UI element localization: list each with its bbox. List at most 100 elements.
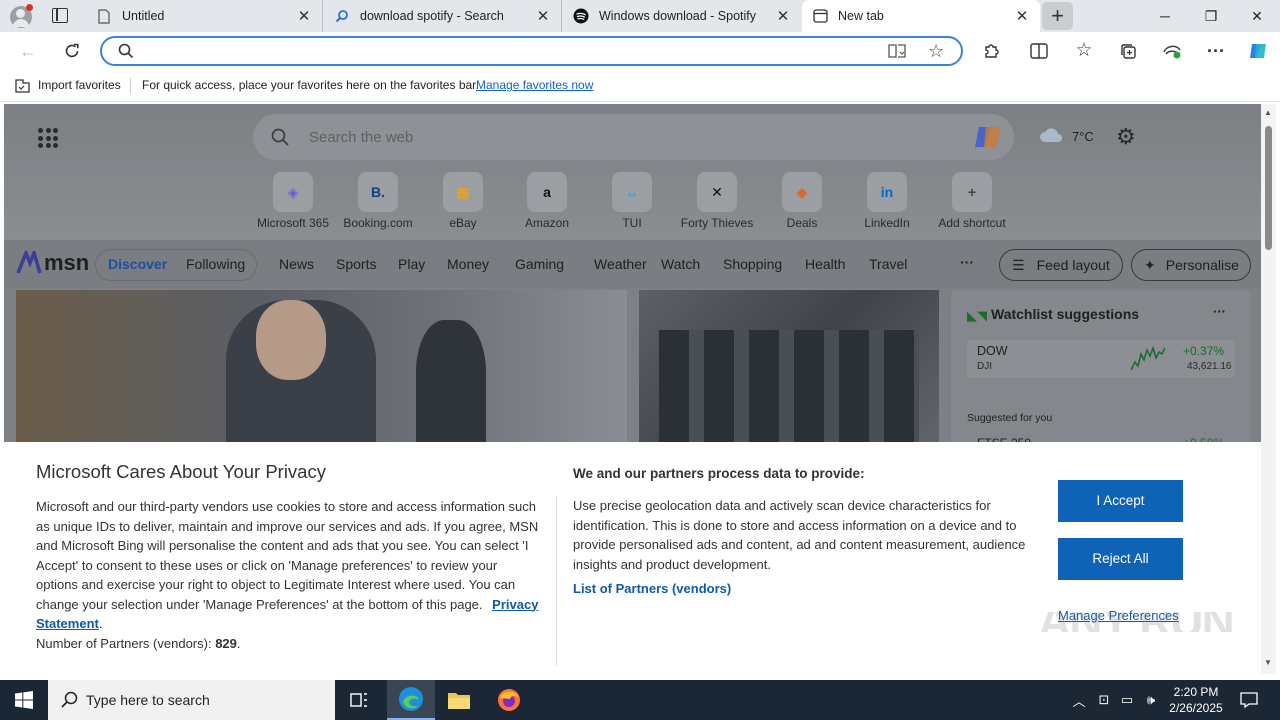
tab-spotify-download[interactable]: Windows download - Spotify ✕: [563, 0, 801, 32]
favorite-star-icon[interactable]: ☆: [928, 41, 944, 62]
tab-untitled[interactable]: Untitled ✕: [86, 0, 323, 32]
nav-watch[interactable]: Watch: [661, 256, 700, 272]
refresh-icon[interactable]: [58, 37, 86, 65]
copilot-icon[interactable]: [1244, 37, 1272, 65]
tray-overflow-icon[interactable]: ︿: [1068, 680, 1090, 720]
tab-title: New tab: [838, 9, 884, 23]
shortcut-tui[interactable]: ᴗ TUI: [590, 172, 674, 230]
network-icon[interactable]: ▭: [1116, 680, 1138, 720]
close-icon[interactable]: ✕: [535, 8, 551, 25]
clock-date: 2/26/2025: [1169, 701, 1223, 715]
clock[interactable]: 2:20 PM 2/26/2025: [1164, 680, 1228, 720]
device-icon[interactable]: ⊡: [1093, 680, 1115, 720]
back-icon[interactable]: ←: [14, 37, 42, 65]
news-card-image-2[interactable]: [639, 290, 939, 450]
close-icon[interactable]: ✕: [1014, 8, 1030, 25]
collections-icon[interactable]: [1114, 37, 1142, 65]
more-options-icon[interactable]: ···: [1202, 37, 1230, 65]
scroll-down-arrow-icon[interactable]: ▼: [1264, 658, 1272, 667]
nav-weather[interactable]: Weather: [594, 256, 647, 272]
settings-gear-icon[interactable]: ⚙: [1116, 124, 1136, 150]
shortcut-add-shortcut[interactable]: + Add shortcut: [930, 172, 1014, 230]
shortcut-linkedin[interactable]: in LinkedIn: [845, 172, 929, 230]
notifications-icon[interactable]: [1234, 680, 1264, 720]
file-explorer-button[interactable]: [435, 680, 483, 720]
watchlist-more-icon[interactable]: ···: [1213, 304, 1226, 319]
shortcut-icon: B.: [358, 172, 398, 212]
scroll-up-arrow-icon[interactable]: ▲: [1264, 108, 1272, 117]
shortcut-label: Deals: [786, 216, 818, 230]
list-of-partners-link[interactable]: List of Partners (vendors): [573, 579, 731, 599]
privacy-title: Microsoft Cares About Your Privacy: [36, 461, 326, 482]
import-favorites-button[interactable]: Import favorites: [38, 78, 121, 92]
shortcut-deals[interactable]: ◆ Deals: [760, 172, 844, 230]
copilot-icon[interactable]: [973, 123, 1003, 155]
nav-news[interactable]: News: [279, 256, 314, 272]
weather-temperature[interactable]: 7°C: [1072, 129, 1094, 144]
taskbar-search-box[interactable]: Type here to search: [48, 680, 335, 720]
close-window-button[interactable]: ✕: [1234, 0, 1280, 32]
manage-favorites-link[interactable]: Manage favorites now: [476, 78, 593, 92]
stock-row-dow[interactable]: DOW DJI +0.37% 43,621.16: [967, 340, 1235, 378]
shortcut-ebay[interactable]: ▦ eBay: [421, 172, 505, 230]
tab-title: download spotify - Search: [360, 9, 504, 23]
shortcut-booking-com[interactable]: B. Booking.com: [336, 172, 420, 230]
shortcut-label: Add shortcut: [938, 216, 1006, 230]
immersive-reader-icon[interactable]: [888, 43, 906, 62]
profile-avatar[interactable]: [10, 4, 33, 28]
task-view-button[interactable]: [336, 680, 384, 720]
newtab-icon: [812, 8, 828, 24]
personalise-button[interactable]: ✦ Personalise: [1131, 249, 1251, 281]
edge-icon: [399, 687, 423, 711]
feed-layout-button[interactable]: ☰ Feed layout: [999, 249, 1123, 281]
volume-icon[interactable]: 🕪: [1140, 680, 1162, 720]
nav-shopping[interactable]: Shopping: [723, 256, 782, 272]
split-screen-icon[interactable]: [1025, 37, 1053, 65]
close-icon[interactable]: ✕: [775, 8, 791, 25]
scroll-thumb[interactable]: [1265, 126, 1272, 250]
tab-new-tab[interactable]: New tab ✕: [802, 0, 1040, 32]
accept-button[interactable]: I Accept: [1058, 480, 1183, 522]
address-bar[interactable]: ☆: [100, 36, 963, 66]
taskbar-search-placeholder: Type here to search: [86, 692, 210, 708]
edge-taskbar-button[interactable]: [387, 680, 435, 720]
close-icon[interactable]: ✕: [296, 8, 312, 25]
nav-play[interactable]: Play: [398, 256, 425, 272]
nav-gaming[interactable]: Gaming: [515, 256, 564, 272]
news-card-image-1[interactable]: [16, 290, 627, 450]
shortcut-forty-thieves[interactable]: ✕ Forty Thieves: [675, 172, 759, 230]
msn-logo[interactable]: msn: [16, 250, 89, 276]
tab-download-spotify-search[interactable]: download spotify - Search ✕: [324, 0, 562, 32]
nav-health[interactable]: Health: [805, 256, 845, 272]
shortcut-amazon[interactable]: a Amazon: [505, 172, 589, 230]
weather-cloud-icon[interactable]: [1038, 126, 1064, 147]
suggested-label: Suggested for you: [967, 412, 1053, 424]
performance-icon[interactable]: [1158, 37, 1186, 65]
tab-following[interactable]: Following: [186, 256, 245, 272]
nav-travel[interactable]: Travel: [869, 256, 907, 272]
start-button[interactable]: [0, 680, 48, 720]
firefox-button[interactable]: [485, 680, 533, 720]
shortcut-microsoft-365[interactable]: ◈ Microsoft 365: [251, 172, 335, 230]
minimize-button[interactable]: ─: [1142, 0, 1188, 32]
process-title: We and our partners process data to prov…: [573, 466, 865, 481]
extensions-icon[interactable]: [977, 37, 1005, 65]
favorites-icon[interactable]: ☆: [1070, 36, 1098, 64]
apps-launcher-icon[interactable]: [38, 128, 58, 148]
search-icon: [61, 691, 78, 711]
import-favorites-icon: [14, 78, 31, 96]
partners-count-label: Number of Partners (vendors):: [36, 635, 212, 651]
new-tab-button[interactable]: +: [1042, 2, 1073, 30]
shortcut-icon: ✕: [697, 172, 737, 212]
tab-strip: Untitled ✕ download spotify - Search ✕ W…: [0, 0, 1280, 32]
tab-title: Untitled: [122, 9, 165, 23]
reject-all-button[interactable]: Reject All: [1058, 538, 1183, 580]
nav-sports[interactable]: Sports: [336, 256, 376, 272]
more-nav-icon[interactable]: ···: [960, 254, 974, 270]
tab-discover[interactable]: Discover: [108, 256, 167, 272]
web-search-box[interactable]: Search the web: [253, 114, 1014, 160]
restore-button[interactable]: ❐: [1188, 0, 1234, 32]
nav-money[interactable]: Money: [447, 256, 489, 272]
tab-actions-icon[interactable]: [52, 8, 68, 23]
page-scrollbar[interactable]: ▲ ▼: [1261, 104, 1276, 674]
